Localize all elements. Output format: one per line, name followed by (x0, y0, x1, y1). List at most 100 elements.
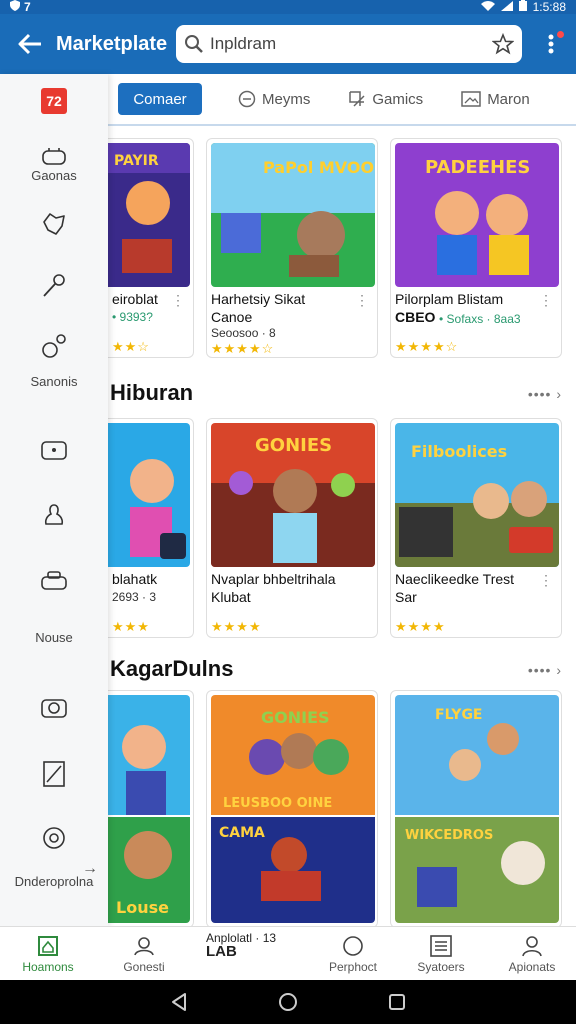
game-card[interactable]: FLYGE WIKCEDROS (390, 690, 562, 926)
sidebar-label: Gaonas (31, 168, 77, 183)
back-button[interactable] (8, 22, 52, 66)
game-thumbnail: GONIES LEUSBOO OINE CAMA (211, 695, 375, 923)
key-icon (43, 274, 65, 297)
nav-center-text[interactable]: Anplolatl · 13 LAB (206, 931, 276, 959)
game-subtitle: Sar (395, 589, 417, 605)
svg-text:PaPol MVOOLE: PaPol MVOOLE (263, 158, 375, 177)
sidebar-item-brand[interactable]: 72 (0, 88, 108, 114)
back-triangle-icon[interactable] (170, 992, 188, 1012)
search-input[interactable] (210, 34, 492, 54)
shield-icon (10, 0, 20, 14)
group-icon (134, 936, 154, 955)
tab-label: Meyms (262, 90, 311, 108)
section-more-button[interactable]: •••• › (528, 662, 562, 678)
sidebar-item-key[interactable] (0, 272, 108, 300)
expand-arrow-icon[interactable]: → (82, 860, 98, 878)
nav-gonesti[interactable]: Gonesti (96, 927, 192, 981)
star-icon[interactable] (492, 33, 514, 55)
svg-text:GONIES: GONIES (255, 435, 332, 456)
game-thumbnail: GONIES (211, 423, 375, 567)
list-icon (430, 934, 452, 957)
camera-icon (41, 699, 67, 718)
nav-center-line2: LAB (206, 943, 237, 960)
game-card[interactable]: PAYIR eiroblat • 9393? ★★☆ ⋮ (108, 138, 194, 358)
notification-dot (557, 31, 564, 38)
game-sub: • Sofaxs · 8aa3 (439, 312, 521, 326)
sidebar-item-nouse[interactable]: Nouse (0, 570, 108, 645)
person-icon (44, 504, 64, 525)
card-menu-icon[interactable]: ⋮ (539, 573, 553, 587)
app-title: Marketplate (56, 32, 168, 55)
settings-icon (43, 827, 65, 849)
rating-stars: ★★★ (112, 619, 150, 634)
rating-stars: ★★★★ (395, 619, 446, 634)
search-box[interactable] (176, 25, 522, 63)
sidebar-item-dnderoprolna[interactable]: Dnderoprolna (0, 824, 108, 889)
sidebar-item-note[interactable] (0, 760, 108, 788)
game-card[interactable]: GONIES LEUSBOO OINE CAMA (206, 690, 378, 926)
tab-maron[interactable]: Maron (449, 83, 542, 115)
back-arrow-icon (18, 33, 41, 55)
content-area: PAYIR eiroblat • 9393? ★★☆ ⋮ PaPol MVOOL… (108, 128, 576, 926)
search-icon (185, 35, 203, 53)
account-icon (522, 935, 542, 956)
rating-stars: ★★★★☆ (395, 339, 459, 354)
more-vert-icon (548, 34, 554, 54)
card-menu-icon[interactable]: ⋮ (539, 293, 553, 307)
game-card[interactable]: Louse (108, 690, 194, 926)
rating-stars: ★★★★☆ (211, 341, 275, 356)
section-title: KagarDulns (110, 656, 234, 681)
controller-icon (41, 441, 67, 460)
nav-apionats[interactable]: Apionats (484, 927, 576, 981)
nav-syatoers[interactable]: Syatoers (393, 927, 489, 981)
card-menu-icon[interactable]: ⋮ (171, 293, 185, 307)
nav-perphoct[interactable]: Perphoct (305, 927, 401, 981)
svg-text:PAYIR: PAYIR (114, 153, 159, 169)
game-thumbnail: Filboolices (395, 423, 559, 567)
svg-text:Louse: Louse (116, 898, 169, 917)
sidebar-item-controller[interactable] (0, 438, 108, 462)
card-menu-icon[interactable]: ⋮ (355, 293, 369, 307)
nav-hoamons[interactable]: Hoamons (0, 927, 96, 981)
section-more-button[interactable]: •••• › (528, 386, 562, 402)
game-card[interactable]: GONIES Nvaplar bhbeltrihala Klubat ★★★★ (206, 418, 378, 638)
home-circle-icon[interactable] (278, 992, 298, 1012)
sidebar: 72 Gaonas Sanonis Nouse Dnderoprolna → (0, 74, 108, 926)
puzzle-icon (43, 213, 65, 235)
bottom-navigation: Hoamons Gonesti Anplolatl · 13 LAB Perph… (0, 926, 576, 980)
game-card[interactable]: Filboolices Naeclikeedke Trest Sar ★★★★ … (390, 418, 562, 638)
game-name: Harhetsiy Sikat (211, 291, 306, 307)
sidebar-label: Sanonis (30, 374, 78, 389)
overflow-menu-button[interactable] (536, 22, 566, 66)
signal-icon (500, 0, 513, 14)
tab-label: Gamics (372, 90, 424, 108)
sidebar-item-camera[interactable] (0, 694, 108, 720)
nav-label: Gonesti (123, 959, 165, 974)
game-name: Pilorplam Blistam (395, 291, 504, 307)
rating-stars: ★★★★ (211, 619, 262, 634)
svg-text:GONIES: GONIES (261, 708, 330, 727)
sidebar-item-person[interactable] (0, 502, 108, 528)
recents-square-icon[interactable] (388, 993, 406, 1011)
svg-text:Filboolices: Filboolices (411, 442, 507, 461)
game-thumbnail (108, 423, 190, 567)
sidebar-item-gaonas[interactable]: Gaonas (0, 146, 108, 183)
image-icon (461, 91, 481, 107)
sidebar-item-puzzle[interactable] (0, 210, 108, 238)
sidebar-item-sanonis[interactable]: Sanonis (0, 332, 108, 389)
nav-label: Syatoers (417, 959, 465, 974)
tab-comaer[interactable]: Comaer (118, 83, 202, 115)
game-name: Naeclikeedke Trest (395, 571, 515, 587)
game-card[interactable]: PADEEHES Pilorplam Blistam CBEO • Sofaxs… (390, 138, 562, 358)
game-sub: • 9393? (112, 310, 153, 324)
game-card[interactable]: PaPol MVOOLE Harhetsiy Sikat Canoe Seoos… (206, 138, 378, 358)
circle-icon (343, 935, 363, 956)
gamepad-icon (42, 148, 66, 165)
circle-icon (238, 90, 256, 108)
game-card[interactable]: blahatk 2693 · 3 ★★★ (108, 418, 194, 638)
note-icon (43, 761, 65, 787)
crop-icon (349, 91, 365, 107)
tab-gamics[interactable]: Gamics (336, 83, 435, 115)
game-sub: 2693 · 3 (112, 590, 157, 604)
tab-meyms[interactable]: Meyms (226, 83, 322, 115)
